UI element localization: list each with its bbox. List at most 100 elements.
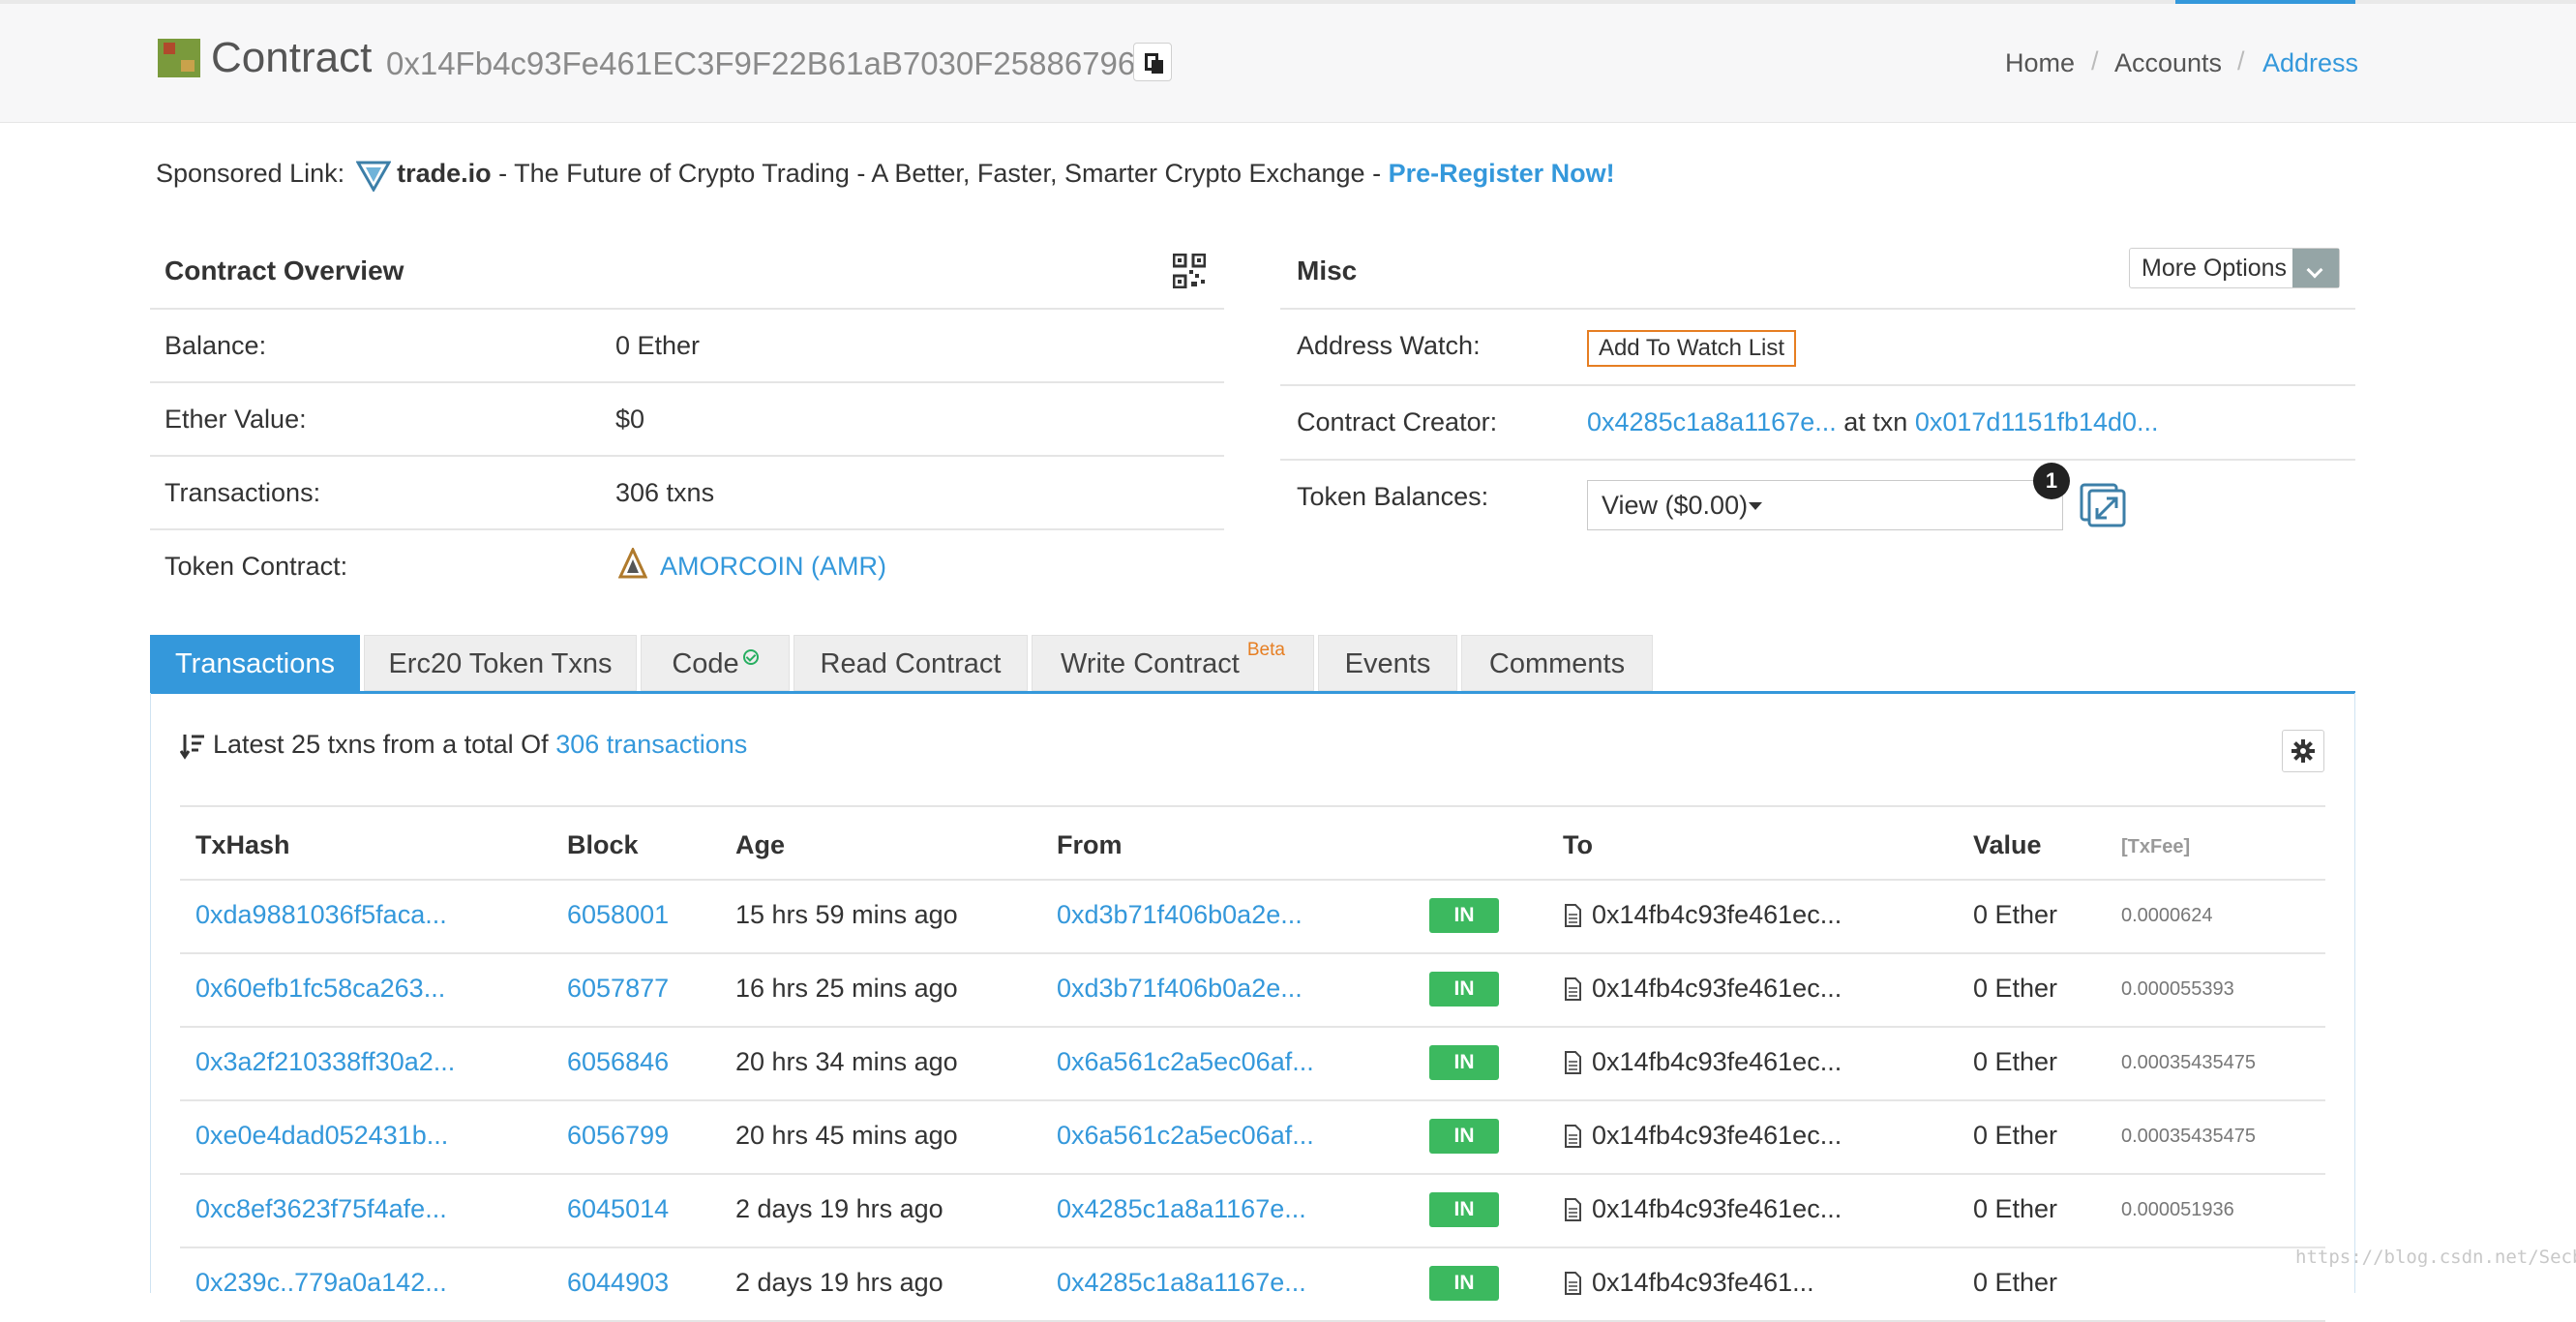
from-address-link[interactable]: 0x4285c1a8a1167e...	[1057, 1194, 1306, 1224]
trade-io-logo-icon	[356, 161, 392, 192]
block-link[interactable]: 6056846	[567, 1047, 669, 1077]
tx-value: 0 Ether	[1973, 1194, 2058, 1223]
block-link[interactable]: 6058001	[567, 900, 669, 930]
col-to: To	[1563, 830, 1593, 859]
col-txhash: TxHash	[195, 830, 290, 859]
tx-hash-link[interactable]: 0xc8ef3623f75f4afe...	[195, 1194, 447, 1224]
sponsor-brand[interactable]: trade.io	[397, 159, 492, 188]
direction-badge: IN	[1429, 1045, 1499, 1080]
tab-comments[interactable]: Comments	[1461, 635, 1653, 691]
block-link[interactable]: 6044903	[567, 1268, 669, 1298]
sort-icon[interactable]	[180, 733, 205, 760]
tx-age: 2 days 19 hrs ago	[735, 1268, 944, 1297]
caret-down-icon	[1749, 502, 1762, 510]
creator-address-link[interactable]: 0x4285c1a8a1167e...	[1587, 407, 1837, 436]
breadcrumb-home[interactable]: Home	[2005, 46, 2075, 79]
tx-value: 0 Ether	[1973, 900, 2058, 929]
creator-txn-link[interactable]: 0x017d1151fb14d0...	[1915, 407, 2159, 436]
beta-badge: Beta	[1246, 640, 1285, 660]
token-balances-label: Token Balances:	[1297, 482, 1489, 511]
tab-events[interactable]: Events	[1318, 635, 1457, 691]
contract-document-icon	[1565, 1198, 1581, 1221]
all-transactions-link[interactable]: 306 transactions	[555, 730, 747, 759]
tx-value: 0 Ether	[1973, 1268, 2058, 1297]
tab-code[interactable]: Code	[641, 635, 790, 691]
copy-address-button[interactable]	[1133, 43, 1172, 81]
tab-write-contract-label: Write Contract	[1061, 648, 1240, 679]
tx-hash-link[interactable]: 0x239c..779a0a142...	[195, 1268, 447, 1298]
col-txfee: [TxFee]	[2121, 836, 2191, 857]
more-options-dropdown[interactable]: More Options	[2129, 248, 2340, 288]
direction-badge: IN	[1429, 972, 1499, 1007]
from-address-link[interactable]: 0xd3b71f406b0a2e...	[1057, 974, 1303, 1004]
table-settings-button[interactable]	[2282, 730, 2324, 772]
direction-badge: IN	[1429, 1192, 1499, 1227]
creator-at-text: at txn	[1843, 407, 1908, 436]
balance-label: Balance:	[165, 331, 267, 360]
tab-transactions[interactable]: Transactions	[150, 635, 360, 691]
header-active-indicator	[2175, 0, 2355, 4]
contract-document-icon	[1565, 1051, 1581, 1074]
qr-code-icon[interactable]	[1173, 254, 1206, 288]
gear-icon	[2291, 739, 2315, 763]
divider	[150, 308, 1224, 310]
breadcrumb-separator: /	[2237, 46, 2245, 75]
divider	[150, 528, 1224, 530]
from-address-link[interactable]: 0x6a561c2a5ec06af...	[1057, 1121, 1314, 1151]
contract-creator-label: Contract Creator:	[1297, 407, 1498, 436]
col-value: Value	[1973, 830, 2042, 859]
tab-erc20-token-txns[interactable]: Erc20 Token Txns	[364, 635, 637, 691]
add-to-watch-list-button[interactable]: Add To Watch List	[1587, 330, 1796, 367]
token-contract-link[interactable]: AMORCOIN (AMR)	[660, 552, 886, 582]
direction-badge: IN	[1429, 1266, 1499, 1301]
tx-hash-link[interactable]: 0xda9881036f5faca...	[195, 900, 447, 930]
expand-icon[interactable]	[2080, 483, 2126, 527]
to-address: 0x14fb4c93fe461ec...	[1592, 974, 1842, 1003]
contract-avatar-icon	[158, 39, 200, 77]
tx-age: 20 hrs 34 mins ago	[735, 1047, 958, 1076]
token-balances-select[interactable]: View ($0.00)	[1587, 480, 2063, 530]
direction-badge: IN	[1429, 898, 1499, 933]
from-address-link[interactable]: 0xd3b71f406b0a2e...	[1057, 900, 1303, 930]
tx-hash-link[interactable]: 0xe0e4dad052431b...	[195, 1121, 448, 1151]
to-address: 0x14fb4c93fe461ec...	[1592, 1194, 1842, 1223]
col-block: Block	[567, 830, 639, 859]
tx-hash-link[interactable]: 0x3a2f210338ff30a2...	[195, 1047, 455, 1077]
contract-document-icon	[1565, 1125, 1581, 1148]
ether-value-label: Ether Value:	[165, 405, 307, 434]
tx-value: 0 Ether	[1973, 1047, 2058, 1076]
direction-badge: IN	[1429, 1119, 1499, 1154]
to-address: 0x14fb4c93fe461ec...	[1592, 900, 1842, 929]
breadcrumb-accounts[interactable]: Accounts	[2114, 46, 2222, 79]
divider	[180, 1247, 2325, 1248]
block-link[interactable]: 6057877	[567, 974, 669, 1004]
contract-document-icon	[1565, 904, 1581, 927]
col-from: From	[1057, 830, 1123, 859]
sponsor-text: - The Future of Crypto Trading - A Bette…	[491, 159, 1389, 188]
from-address-link[interactable]: 0x6a561c2a5ec06af...	[1057, 1047, 1314, 1077]
tab-code-label: Code	[672, 648, 739, 679]
breadcrumb-address[interactable]: Address	[2262, 46, 2358, 79]
divider	[180, 1099, 2325, 1101]
verified-check-icon	[742, 649, 759, 665]
block-link[interactable]: 6045014	[567, 1194, 669, 1224]
sponsored-label: Sponsored Link:	[156, 159, 345, 188]
tx-age: 15 hrs 59 mins ago	[735, 900, 958, 929]
tab-read-contract[interactable]: Read Contract	[794, 635, 1028, 691]
from-address-link[interactable]: 0x4285c1a8a1167e...	[1057, 1268, 1306, 1298]
contract-document-icon	[1565, 1272, 1581, 1295]
tx-fee: 0.0000624	[2121, 905, 2213, 926]
to-address: 0x14fb4c93fe461ec...	[1592, 1121, 1842, 1150]
to-address: 0x14fb4c93fe461ec...	[1592, 1047, 1842, 1076]
divider	[180, 805, 2325, 807]
page-header: Contract 0x14Fb4c93Fe461EC3F9F22B61aB703…	[0, 0, 2576, 123]
address-watch-label: Address Watch:	[1297, 331, 1481, 360]
transactions-label: Transactions:	[165, 478, 321, 507]
divider	[180, 1026, 2325, 1028]
tab-write-contract[interactable]: Write Contract Beta	[1032, 635, 1314, 691]
sponsor-cta-link[interactable]: Pre-Register Now!	[1389, 159, 1615, 188]
tx-hash-link[interactable]: 0x60efb1fc58ca263...	[195, 974, 445, 1004]
page-title: Contract	[211, 34, 373, 81]
block-link[interactable]: 6056799	[567, 1121, 669, 1151]
tx-value: 0 Ether	[1973, 974, 2058, 1003]
